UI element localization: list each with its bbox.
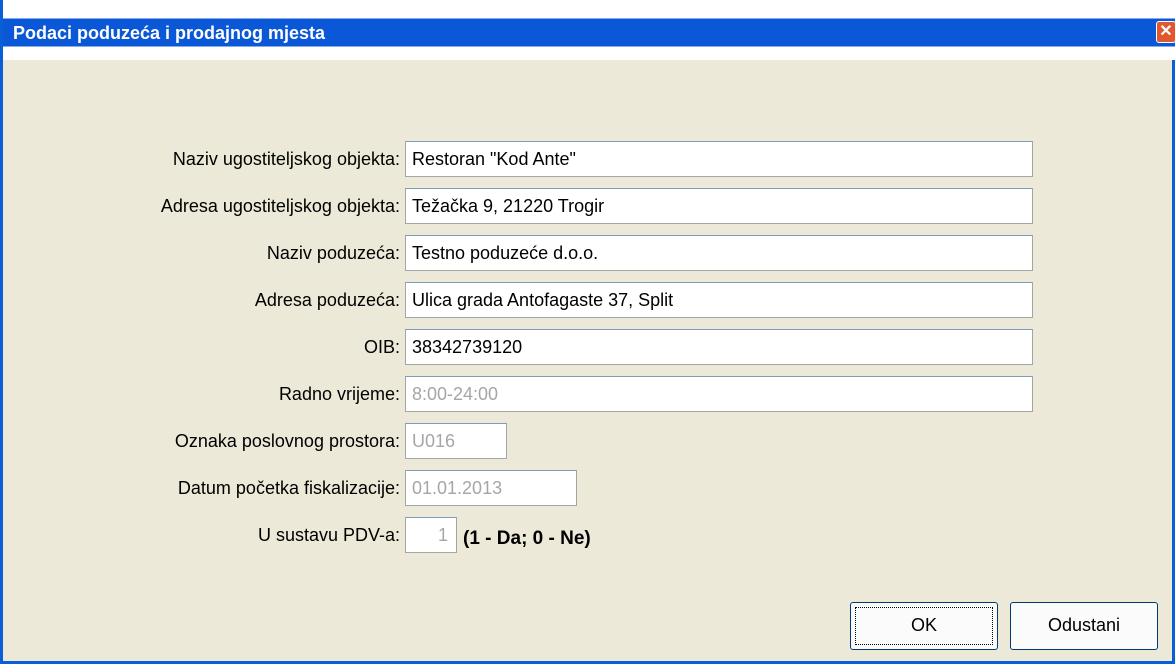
input-naziv-objekta[interactable]: Restoran "Kod Ante"	[405, 141, 1033, 177]
title-bar[interactable]: Podaci poduzeća i prodajnog mjesta ✕	[3, 0, 1175, 60]
input-datum-fiskalizacije: 01.01.2013	[405, 470, 577, 506]
input-oznaka-prostora: U016	[405, 423, 507, 459]
label-oznaka-prostora: Oznaka poslovnog prostora:	[174, 431, 400, 451]
cancel-button-label: Odustani	[1047, 615, 1121, 635]
label-radno-vrijeme: Radno vrijeme:	[278, 384, 400, 404]
label-oib: OIB:	[363, 337, 400, 357]
window-title: Podaci poduzeća i prodajnog mjesta	[13, 23, 326, 43]
label-naziv-poduzeca: Naziv poduzeća:	[266, 243, 400, 263]
focus-rectangle	[855, 607, 993, 645]
label-adresa-objekta: Adresa ugostiteljskog objekta:	[160, 196, 400, 216]
input-radno-vrijeme: 8:00-24:00	[405, 376, 1033, 412]
cancel-button[interactable]: Odustani	[1010, 602, 1158, 650]
input-adresa-objekta[interactable]: Težačka 9, 21220 Trogir	[405, 188, 1033, 224]
input-pdv: 1	[405, 517, 457, 553]
input-adresa-poduzeca[interactable]: Ulica grada Antofagaste 37, Split	[405, 282, 1033, 318]
input-oib[interactable]: 38342739120	[405, 329, 1033, 365]
input-naziv-poduzeca[interactable]: Testno poduzeće d.o.o.	[405, 235, 1033, 271]
pdv-hint: (1 - Da; 0 - Ne)	[463, 528, 591, 549]
label-datum-fiskalizacije: Datum početka fiskalizacije:	[177, 478, 400, 498]
ok-button[interactable]: OK	[850, 602, 998, 650]
label-adresa-poduzeca: Adresa poduzeća:	[254, 290, 400, 310]
label-pdv: U sustavu PDV-a:	[257, 525, 400, 545]
close-icon[interactable]: ✕	[1156, 21, 1175, 43]
label-naziv-objekta: Naziv ugostiteljskog objekta:	[172, 149, 400, 169]
